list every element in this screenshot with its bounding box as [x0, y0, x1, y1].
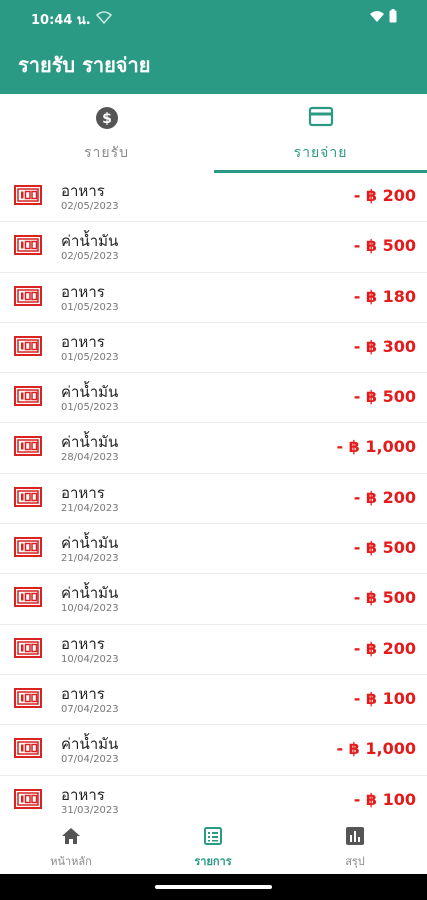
list-item[interactable]: ค่าน้ำมัน 01/05/2023 - ฿ 500 — [0, 373, 427, 424]
list-item[interactable]: อาหาร 31/03/2023 - ฿ 100 — [0, 776, 427, 820]
tab-income-label: รายรับ — [84, 145, 129, 161]
transaction-date: 02/05/2023 — [61, 201, 119, 212]
transaction-date: 21/04/2023 — [61, 502, 119, 514]
nav-summary-label: สรุป — [345, 855, 365, 868]
transaction-name: ค่าน้ำมัน — [61, 383, 119, 402]
list-item[interactable]: อาหาร 01/05/2023 - ฿ 300 — [0, 323, 427, 374]
money-bill-icon — [14, 285, 42, 307]
transaction-name: อาหาร — [61, 483, 105, 502]
transaction-amount: - ฿ 500 — [353, 236, 416, 256]
money-bill-icon — [14, 536, 42, 558]
list-item[interactable]: ค่าน้ำมัน 21/04/2023 - ฿ 500 — [0, 524, 427, 575]
money-bill-icon — [14, 637, 42, 659]
list-item[interactable]: อาหาร 21/04/2023 - ฿ 200 — [0, 474, 427, 525]
dollar-circle-icon: $ — [95, 106, 119, 134]
svg-text:$: $ — [102, 111, 112, 127]
list-item[interactable]: อาหาร 02/05/2023 - ฿ 200 — [0, 172, 427, 223]
nav-home-label: หน้าหลัก — [50, 855, 92, 868]
transaction-name: ค่าน้ำมัน — [61, 735, 119, 754]
home-gesture-handle[interactable] — [155, 885, 272, 889]
money-bill-icon — [14, 435, 42, 457]
transaction-date: 01/05/2023 — [61, 402, 119, 414]
list-item[interactable]: อาหาร 07/04/2023 - ฿ 100 — [0, 675, 427, 726]
transaction-amount: - ฿ 100 — [353, 789, 416, 809]
transaction-amount: - ฿ 200 — [353, 487, 416, 507]
transaction-date: 31/03/2023 — [61, 804, 119, 816]
signal-wifi-icon — [370, 10, 384, 22]
app-title: รายรับ รายจ่าย — [18, 53, 151, 77]
home-icon — [61, 826, 81, 850]
transaction-date: 01/05/2023 — [61, 301, 119, 313]
bar-chart-icon — [345, 826, 365, 850]
list-item[interactable]: ค่าน้ำมัน 28/04/2023 - ฿ 1,000 — [0, 423, 427, 474]
transaction-date: 10/04/2023 — [61, 653, 119, 665]
transaction-name: อาหาร — [61, 785, 105, 804]
transaction-amount: - ฿ 500 — [353, 588, 416, 608]
tab-income[interactable]: $ รายรับ — [0, 94, 213, 172]
transaction-amount: - ฿ 180 — [353, 286, 416, 306]
money-bill-icon — [14, 737, 42, 759]
money-bill-icon — [14, 586, 42, 608]
gesture-bar — [0, 874, 427, 900]
transaction-amount: - ฿ 100 — [353, 688, 416, 708]
transaction-amount: - ฿ 300 — [353, 336, 416, 356]
transaction-date: 02/05/2023 — [61, 251, 119, 263]
transaction-name: อาหาร — [61, 634, 105, 653]
tab-expense-label: รายจ่าย — [293, 145, 348, 161]
transaction-amount: - ฿ 500 — [353, 538, 416, 558]
transaction-amount: - ฿ 1,000 — [336, 739, 416, 759]
transaction-name: อาหาร — [61, 684, 105, 703]
money-bill-icon — [14, 788, 42, 810]
transaction-name: อาหาร — [61, 282, 105, 301]
tab-expense[interactable]: รายจ่าย — [214, 94, 427, 172]
app-bar: รายรับ รายจ่าย — [0, 34, 427, 94]
transaction-name: ค่าน้ำมัน — [61, 534, 119, 553]
transaction-amount: - ฿ 500 — [353, 387, 416, 407]
list-icon — [203, 826, 223, 850]
transaction-name: อาหาร — [61, 182, 105, 200]
credit-card-icon — [308, 106, 334, 132]
transaction-name: ค่าน้ำมัน — [61, 584, 119, 603]
nav-list-label: รายการ — [194, 855, 232, 868]
transaction-date: 21/04/2023 — [61, 553, 119, 565]
nav-list[interactable]: รายการ — [142, 820, 284, 874]
status-time: 10:44 น. — [31, 13, 91, 28]
transaction-date: 07/04/2023 — [61, 754, 119, 766]
bottom-nav: หน้าหลัก รายการ สรุป — [0, 820, 427, 874]
transaction-amount: - ฿ 200 — [353, 638, 416, 658]
transaction-name: ค่าน้ำมัน — [61, 433, 119, 452]
list-item[interactable]: ค่าน้ำมัน 02/05/2023 - ฿ 500 — [0, 222, 427, 273]
transaction-name: อาหาร — [61, 332, 105, 351]
status-icons — [369, 9, 397, 23]
nav-home[interactable]: หน้าหลัก — [0, 820, 142, 874]
money-bill-icon — [14, 335, 42, 357]
money-bill-icon — [14, 385, 42, 407]
list-item[interactable]: ค่าน้ำมัน 10/04/2023 - ฿ 500 — [0, 574, 427, 625]
battery-icon — [389, 9, 397, 23]
transaction-date: 10/04/2023 — [61, 603, 119, 615]
list-item[interactable]: อาหาร 01/05/2023 - ฿ 180 — [0, 273, 427, 323]
money-bill-icon — [14, 486, 42, 508]
tab-bar: $ รายรับ รายจ่าย — [0, 94, 427, 173]
transaction-list[interactable]: อาหาร 02/05/2023- ฿ 200 ค่าน้ำมัน 02/05/202… — [0, 172, 427, 820]
nav-summary[interactable]: สรุป — [284, 820, 426, 874]
money-bill-icon — [14, 234, 42, 256]
money-bill-icon — [14, 184, 42, 206]
transaction-date: 01/05/2023 — [61, 351, 119, 363]
list-item[interactable]: ค่าน้ำมัน 07/04/2023 - ฿ 1,000 — [0, 725, 427, 776]
transaction-name: ค่าน้ำมัน — [61, 232, 119, 251]
list-item[interactable]: อาหาร 10/04/2023 - ฿ 200 — [0, 625, 427, 675]
money-bill-icon — [14, 687, 42, 709]
transaction-amount: - ฿ 200 — [353, 186, 416, 205]
transaction-date: 07/04/2023 — [61, 703, 119, 715]
status-bar: 10:44 น. — [0, 0, 427, 34]
wifi-icon — [95, 9, 113, 28]
transaction-amount: - ฿ 1,000 — [336, 437, 416, 457]
transaction-date: 28/04/2023 — [61, 452, 119, 464]
